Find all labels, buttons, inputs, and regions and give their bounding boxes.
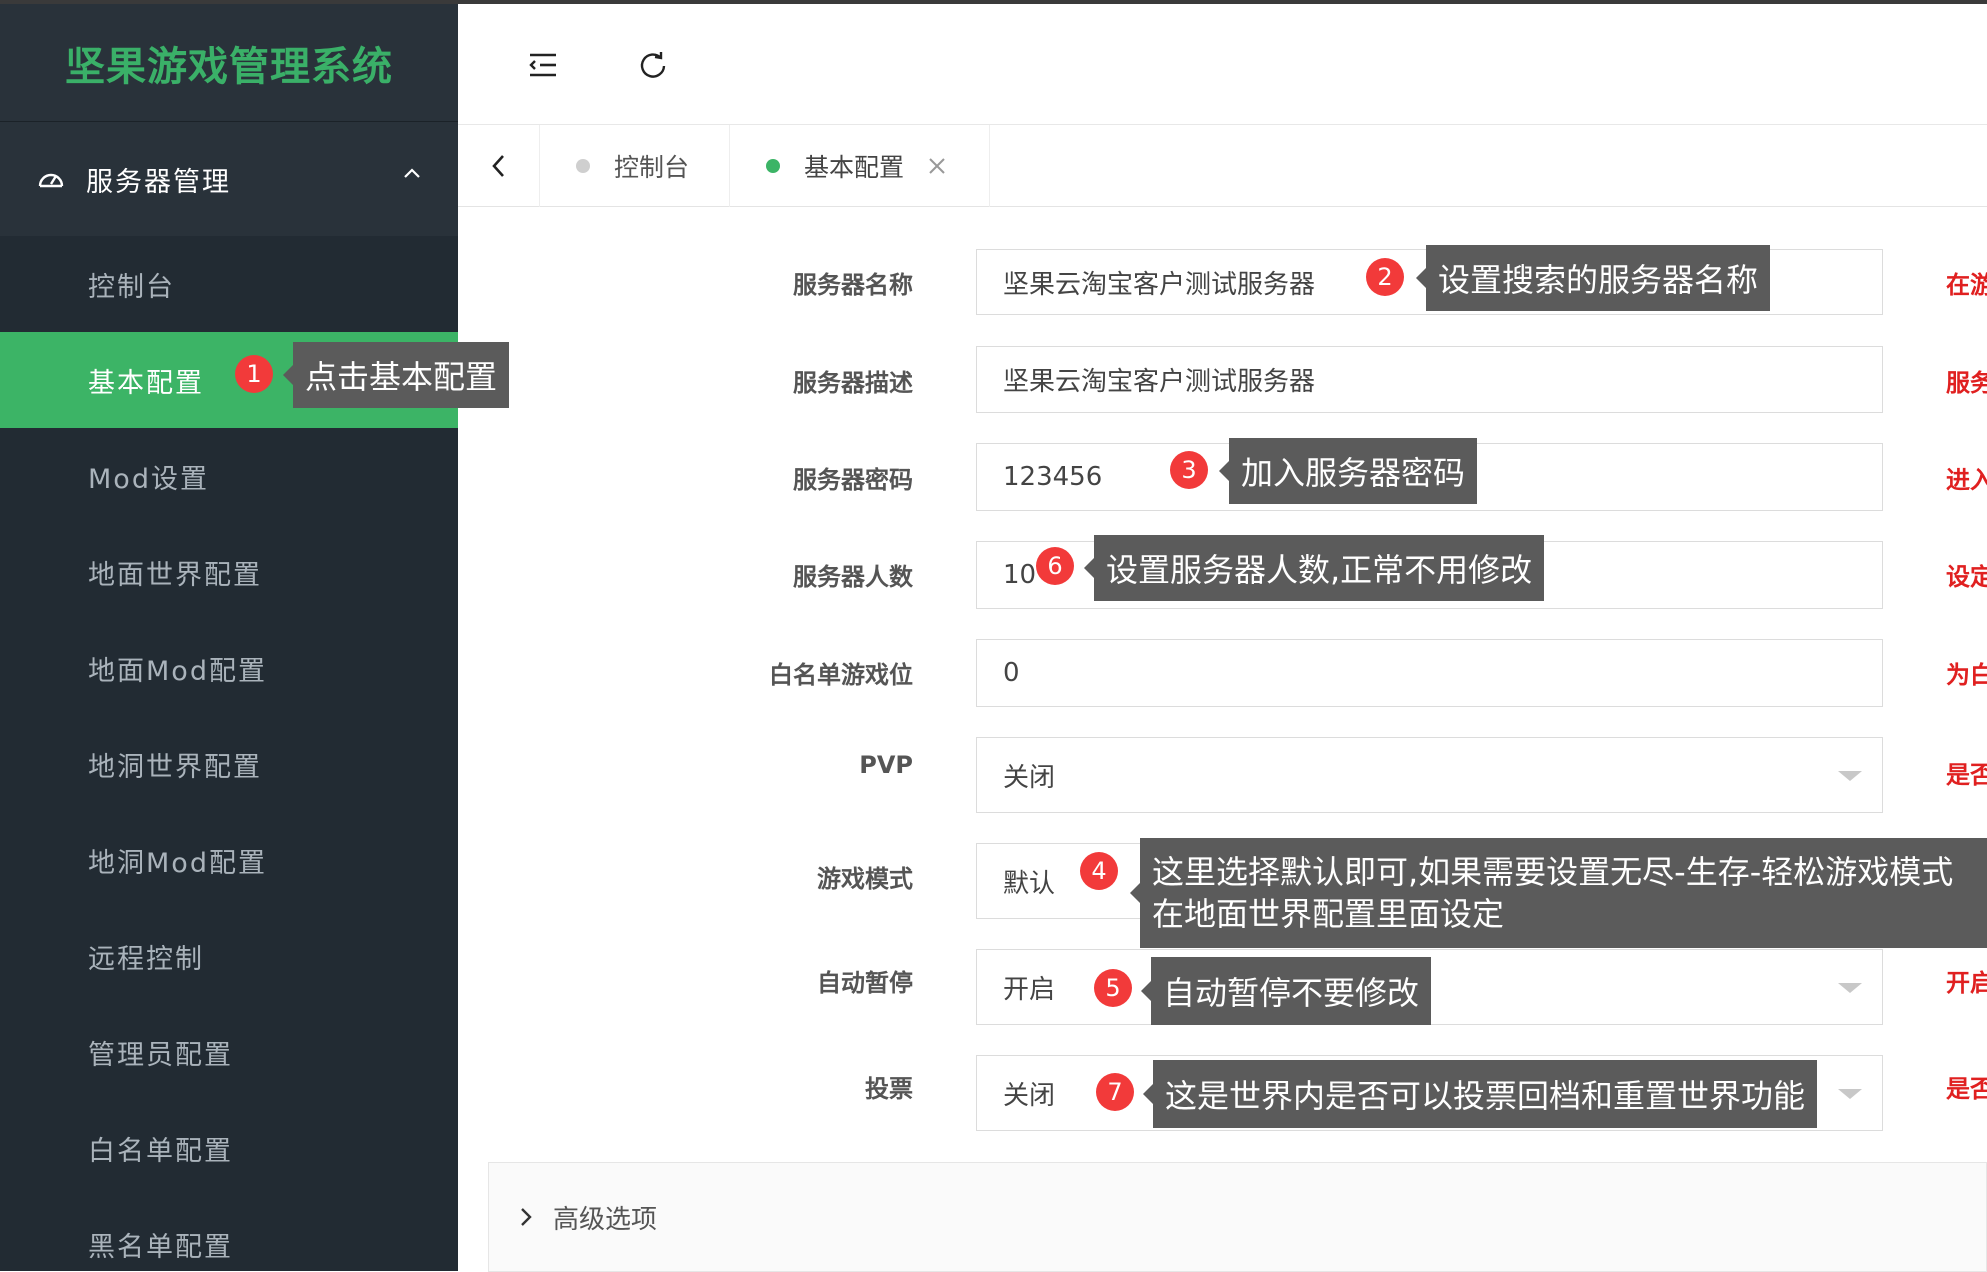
server-desc-label: 服务器描述 (793, 369, 913, 397)
sidebar-group-server-management[interactable]: 服务器管理 (0, 122, 458, 236)
annotation-callout-6: 设置服务器人数,正常不用修改 (1083, 535, 1545, 601)
pvp-label: PVP (859, 751, 913, 779)
sidebar-item-label: 地面世界配置 (88, 559, 262, 591)
annotation-badge-1: 1 (235, 355, 273, 393)
annotation-badge-3: 3 (1170, 451, 1208, 489)
tab-label: 基本配置 (804, 153, 905, 182)
annotation-badge-7: 7 (1096, 1073, 1134, 1111)
sidebar-item-label: Mod设置 (88, 463, 209, 495)
annotation-text-line1: 这里选择默认即可,如果需要设置无尽-生存-轻松游戏模式 (1152, 853, 1954, 891)
app-logo: 坚果游戏管理系统 (0, 4, 458, 122)
annotation-callout-4: 这里选择默认即可,如果需要设置无尽-生存-轻松游戏模式 在地面世界配置里面设定 (1130, 838, 1987, 948)
tab-bar: 控制台 基本配置 (458, 125, 1987, 207)
sidebar-item-overworld-config[interactable]: 地面世界配置 (0, 524, 458, 620)
auto-pause-label: 自动暂停 (817, 969, 913, 997)
sidebar-item-label: 管理员配置 (88, 1039, 233, 1071)
pvp-value: 关闭 (1003, 762, 1056, 793)
app-title: 坚果游戏管理系统 (65, 43, 393, 90)
sidebar-item-label: 远程控制 (88, 943, 204, 975)
annotation-callout-3: 加入服务器密码 (1218, 438, 1478, 504)
server-desc-input[interactable]: 坚果云淘宝客户测试服务器 (976, 346, 1883, 413)
whitelist-slots-value: 0 (1003, 658, 1020, 688)
vote-label: 投票 (865, 1075, 913, 1103)
top-header (458, 4, 1987, 125)
tab-basic-config[interactable]: 基本配置 (730, 125, 990, 207)
vote-value: 关闭 (1003, 1080, 1056, 1111)
sidebar-item-remote-control[interactable]: 远程控制 (0, 908, 458, 1004)
advanced-options-collapse[interactable]: 高级选项 (488, 1162, 1987, 1272)
sidebar-item-label: 控制台 (88, 271, 175, 303)
max-players-value: 10 (1003, 560, 1037, 590)
dropdown-arrow-icon (1838, 1089, 1862, 1099)
refresh-icon[interactable] (636, 48, 670, 82)
whitelist-slots-label: 白名单游戏位 (769, 661, 913, 689)
annotation-badge-4: 4 (1080, 852, 1118, 890)
annotation-badge-5: 5 (1094, 969, 1132, 1007)
sidebar-item-label: 基本配置 (88, 367, 204, 399)
sidebar-item-whitelist-config[interactable]: 白名单配置 (0, 1100, 458, 1196)
advanced-options-label: 高级选项 (553, 1204, 658, 1235)
annotation-callout-1: 点击基本配置 (282, 342, 510, 408)
annotation-number: 4 (1091, 857, 1107, 885)
server-password-hint: 进入 (1946, 466, 1987, 494)
annotation-callout-5: 自动暂停不要修改 (1140, 957, 1432, 1025)
pvp-hint: 是否 (1946, 761, 1987, 789)
tab-console[interactable]: 控制台 (540, 125, 730, 207)
max-players-label: 服务器人数 (793, 563, 913, 591)
tab-label: 控制台 (614, 153, 690, 182)
tab-dot (576, 159, 590, 173)
annotation-badge-2: 2 (1366, 258, 1404, 296)
chevron-left-icon (491, 155, 504, 177)
sidebar-item-blacklist-config[interactable]: 黑名单配置 (0, 1196, 458, 1271)
annotation-text-line2: 在地面世界配置里面设定 (1152, 895, 1505, 933)
sidebar-item-label: 黑名单配置 (88, 1231, 233, 1263)
sidebar-item-label: 地面Mod配置 (88, 655, 267, 687)
sidebar: 坚果游戏管理系统 服务器管理 控制台 基本配置 Mod设置 地面世界配置 地面M… (0, 4, 458, 1271)
chevron-up-icon[interactable] (402, 166, 422, 180)
menu-fold-icon[interactable] (526, 48, 560, 82)
annotation-callout-2: 设置搜索的服务器名称 (1415, 245, 1771, 311)
dropdown-arrow-icon (1838, 983, 1862, 993)
server-desc-value: 坚果云淘宝客户测试服务器 (1003, 367, 1316, 397)
server-name-hint: 在游 (1946, 271, 1987, 299)
sidebar-item-overworld-mod-config[interactable]: 地面Mod配置 (0, 620, 458, 716)
server-name-label: 服务器名称 (793, 271, 913, 299)
vote-hint: 是否 (1946, 1075, 1987, 1103)
pvp-select[interactable]: 关闭 (976, 737, 1883, 813)
game-mode-value: 默认 (1003, 868, 1056, 899)
sidebar-item-caves-config[interactable]: 地洞世界配置 (0, 716, 458, 812)
max-players-hint: 设定 (1946, 563, 1987, 591)
sidebar-group-label: 服务器管理 (86, 166, 231, 198)
tab-dot (766, 159, 780, 173)
game-mode-label: 游戏模式 (817, 865, 913, 893)
whitelist-slots-input[interactable]: 0 (976, 639, 1883, 707)
tab-scroll-left-button[interactable] (458, 125, 540, 207)
annotation-badge-6: 6 (1036, 547, 1074, 585)
whitelist-slots-hint: 为白 (1946, 661, 1987, 689)
server-name-value: 坚果云淘宝客户测试服务器 (1003, 269, 1316, 300)
gauge-icon (38, 173, 64, 188)
auto-pause-value: 开启 (1003, 974, 1056, 1005)
annotation-callout-7: 这是世界内是否可以投票回档和重置世界功能 (1142, 1060, 1818, 1128)
chevron-right-icon (521, 1208, 532, 1226)
dropdown-arrow-icon (1838, 771, 1862, 781)
server-desc-hint: 服务 (1946, 369, 1987, 397)
sidebar-item-console[interactable]: 控制台 (0, 236, 458, 332)
close-icon[interactable] (928, 157, 946, 175)
sidebar-item-mod-settings[interactable]: Mod设置 (0, 428, 458, 524)
server-password-value: 123456 (1003, 462, 1103, 492)
sidebar-item-label: 地洞世界配置 (88, 751, 262, 783)
sidebar-item-label: 白名单配置 (88, 1135, 233, 1167)
sidebar-item-label: 地洞Mod配置 (88, 847, 267, 879)
sidebar-item-caves-mod-config[interactable]: 地洞Mod配置 (0, 812, 458, 908)
server-password-label: 服务器密码 (793, 466, 913, 494)
auto-pause-hint: 开启 (1946, 969, 1987, 997)
sidebar-item-admin-config[interactable]: 管理员配置 (0, 1004, 458, 1100)
